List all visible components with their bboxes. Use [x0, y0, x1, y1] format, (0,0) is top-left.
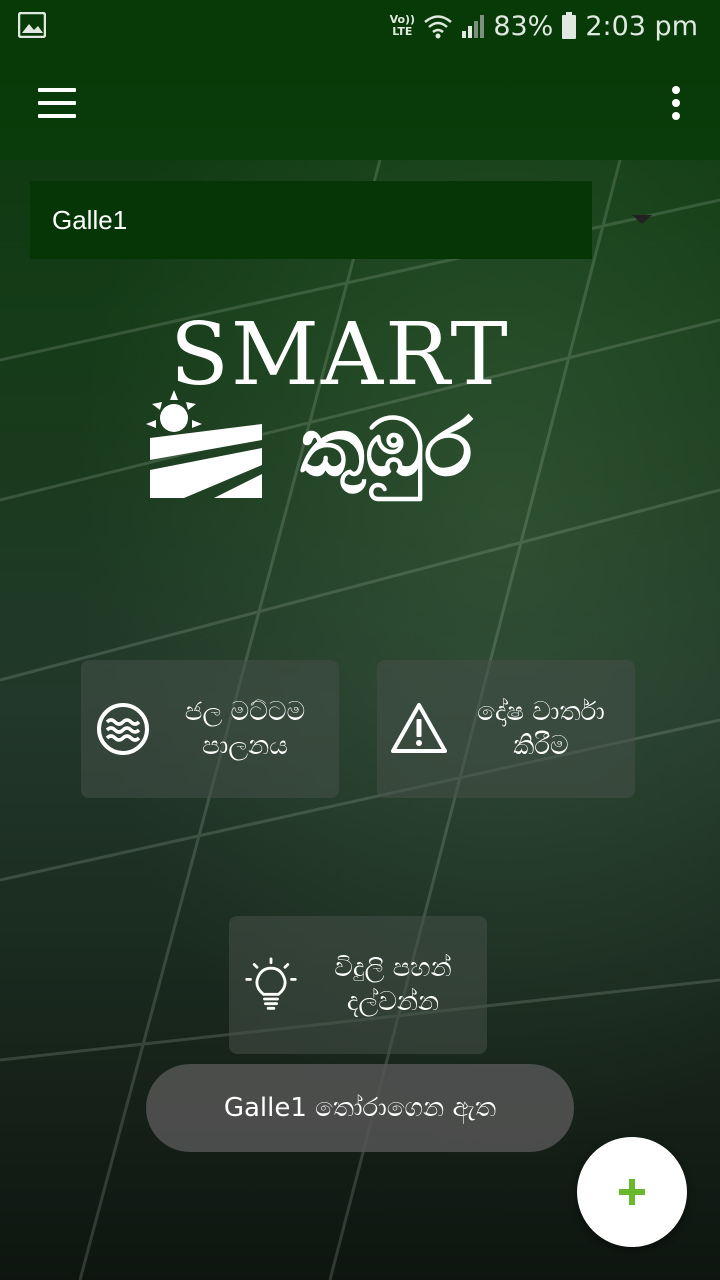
turn-on-lights-button[interactable]: විදුලි පහන් දල්වන්න	[229, 916, 487, 1054]
gallery-notification-icon	[18, 12, 46, 38]
clock: 2:03 pm	[585, 10, 698, 42]
smart-kumbura-logo: SMART කුඹුර	[140, 310, 540, 510]
report-errors-label: දෝෂ වාර්තා කිරීම	[477, 697, 605, 761]
kebab-icon[interactable]	[672, 86, 682, 122]
light-bulb-icon	[245, 957, 297, 1010]
status-indicators: Vo)) LTE 83% 2:03 pm	[389, 8, 698, 44]
water-level-control-button[interactable]: ජල මට්ටම පාලනය	[81, 660, 339, 798]
app-toolbar	[0, 52, 720, 160]
toast-message: Galle1 තෝරාගෙන ඇත	[223, 1092, 497, 1123]
turn-on-lights-label: විදුලි පහන් දල්වන්න	[334, 953, 452, 1017]
water-level-control-label: ජල මට්ටම පාලනය	[184, 697, 306, 761]
status-bar: Vo)) LTE 83% 2:03 pm	[0, 0, 720, 52]
logo-text: SMART	[170, 305, 510, 405]
plus-icon	[619, 1179, 645, 1205]
location-select-value: Galle1	[52, 204, 128, 235]
signal-icon	[462, 15, 485, 38]
caret-down-icon[interactable]	[632, 215, 652, 224]
water-level-icon	[97, 703, 149, 755]
battery-icon	[562, 12, 577, 39]
wifi-icon	[424, 15, 453, 39]
location-select[interactable]: Galle1	[30, 181, 592, 259]
add-button[interactable]	[577, 1137, 687, 1247]
hamburger-icon[interactable]	[38, 88, 76, 118]
selection-toast: Galle1 තෝරාගෙන ඇත	[146, 1064, 574, 1152]
logo-script: කුඹුර	[300, 401, 473, 494]
network-type-label: Vo)) LTE	[389, 13, 416, 38]
battery-percent: 83%	[493, 10, 554, 42]
warning-icon	[391, 703, 447, 753]
report-errors-button[interactable]: දෝෂ වාර්තා කිරීම	[377, 660, 635, 798]
sun-field-logo-icon	[146, 390, 262, 498]
